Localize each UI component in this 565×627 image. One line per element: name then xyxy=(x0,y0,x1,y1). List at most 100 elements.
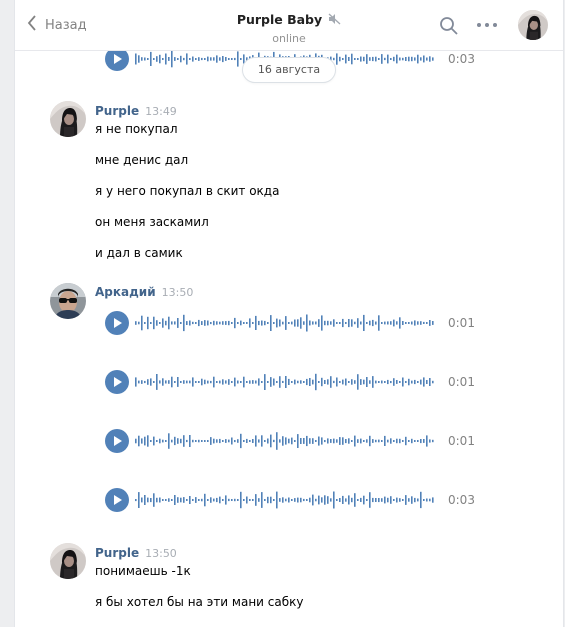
author-name[interactable]: Purple xyxy=(95,104,139,118)
avatar[interactable] xyxy=(50,283,86,319)
chat-avatar[interactable] xyxy=(518,10,548,40)
waveform-bar xyxy=(207,440,209,442)
avatar[interactable] xyxy=(50,101,86,137)
waveform-bar xyxy=(162,499,164,501)
waveform-bar xyxy=(264,320,266,326)
waveform-bar xyxy=(390,58,392,60)
waveform-bar xyxy=(330,376,332,388)
author-name[interactable]: Purple xyxy=(95,546,139,560)
waveform-bar xyxy=(363,440,365,442)
waveform-bar xyxy=(177,497,179,503)
waveform-bar xyxy=(360,56,362,62)
waveform-bar xyxy=(204,493,206,507)
waveform-bar xyxy=(159,380,161,384)
waveform-bar xyxy=(177,438,179,444)
chat-title-block[interactable]: Purple Baby online xyxy=(195,10,383,45)
waveform-bar xyxy=(381,380,383,384)
waveform-bar xyxy=(345,498,347,502)
avatar[interactable] xyxy=(50,543,86,579)
waveform-bar xyxy=(246,322,248,324)
waveform-bar xyxy=(354,435,356,447)
waveform-bar xyxy=(219,57,221,61)
waveform-bar xyxy=(288,322,290,324)
waveform-bar xyxy=(144,436,146,446)
waveform-bar xyxy=(336,322,338,324)
waveform-bar xyxy=(204,58,206,60)
waveform-bar xyxy=(408,498,410,502)
play-button[interactable] xyxy=(105,488,129,512)
waveform-bar xyxy=(324,320,326,326)
waveform-bar xyxy=(147,316,149,330)
waveform-bar xyxy=(174,57,176,61)
waveform-bar xyxy=(231,499,233,501)
waveform-bar xyxy=(150,440,152,442)
waveform-bar xyxy=(315,440,317,442)
voice-message: 0:03 xyxy=(105,488,495,514)
waveform-bar xyxy=(396,54,398,64)
waveform-bar xyxy=(300,497,302,503)
search-button[interactable] xyxy=(439,16,459,36)
play-button[interactable] xyxy=(105,429,129,453)
waveform-bar xyxy=(237,439,239,443)
waveform-bar xyxy=(291,437,293,445)
waveform-bar xyxy=(195,440,197,442)
waveform-bar xyxy=(225,380,227,384)
waveform-bar xyxy=(285,376,287,388)
waveform[interactable] xyxy=(135,370,435,394)
waveform-bar xyxy=(354,380,356,384)
waveform-bar xyxy=(237,380,239,384)
waveform-bar xyxy=(201,498,203,502)
back-button[interactable]: Назад xyxy=(27,14,87,36)
waveform-bar xyxy=(180,381,182,383)
waveform-bar xyxy=(183,57,185,61)
waveform-bar xyxy=(174,495,176,505)
waveform-bar xyxy=(429,378,431,386)
waveform-bar xyxy=(348,319,350,328)
waveform-bar xyxy=(315,373,317,391)
waveform-bar xyxy=(156,497,158,503)
waveform-bar xyxy=(429,439,431,443)
waveform-bar xyxy=(324,440,326,443)
waveform-bar xyxy=(330,321,332,325)
waveform-bar xyxy=(306,435,308,447)
waveform-bar xyxy=(222,56,224,63)
waveform-bar xyxy=(417,54,419,64)
waveform-bar xyxy=(414,379,416,385)
waveform-bar xyxy=(318,495,320,505)
waveform-bar xyxy=(405,381,407,383)
back-label: Назад xyxy=(45,17,87,33)
waveform-bar xyxy=(201,378,203,386)
waveform-bar xyxy=(150,322,152,324)
waveform-bar xyxy=(291,499,293,501)
waveform-bar xyxy=(384,435,386,446)
author-name[interactable]: Аркадий xyxy=(95,285,156,299)
waveform-bar xyxy=(357,58,359,60)
waveform[interactable] xyxy=(135,488,435,512)
chevron-left-icon xyxy=(27,15,37,35)
waveform-bar xyxy=(243,376,245,388)
waveform-bar xyxy=(186,53,188,65)
waveform-bar xyxy=(420,321,422,325)
waveform-bar xyxy=(339,437,341,445)
waveform-bar xyxy=(297,497,299,503)
waveform[interactable] xyxy=(135,429,435,453)
more-button[interactable] xyxy=(476,17,498,33)
waveform-bar xyxy=(213,376,215,388)
waveform-bar xyxy=(324,380,326,384)
waveform-bar xyxy=(300,380,302,384)
waveform-bar xyxy=(288,438,290,444)
waveform[interactable] xyxy=(135,311,435,335)
waveform-bar xyxy=(402,321,404,325)
waveform-bar xyxy=(363,314,365,331)
waveform-bar xyxy=(216,321,218,325)
play-button[interactable] xyxy=(105,311,129,335)
waveform-bar xyxy=(309,497,311,503)
waveform-bar xyxy=(153,436,155,446)
waveform-bar xyxy=(381,54,383,64)
waveform-bar xyxy=(213,438,215,444)
play-button[interactable] xyxy=(105,370,129,394)
waveform-bar xyxy=(372,319,374,327)
waveform-bar xyxy=(183,380,185,384)
waveform-bar xyxy=(387,321,389,325)
waveform-bar xyxy=(255,435,257,447)
